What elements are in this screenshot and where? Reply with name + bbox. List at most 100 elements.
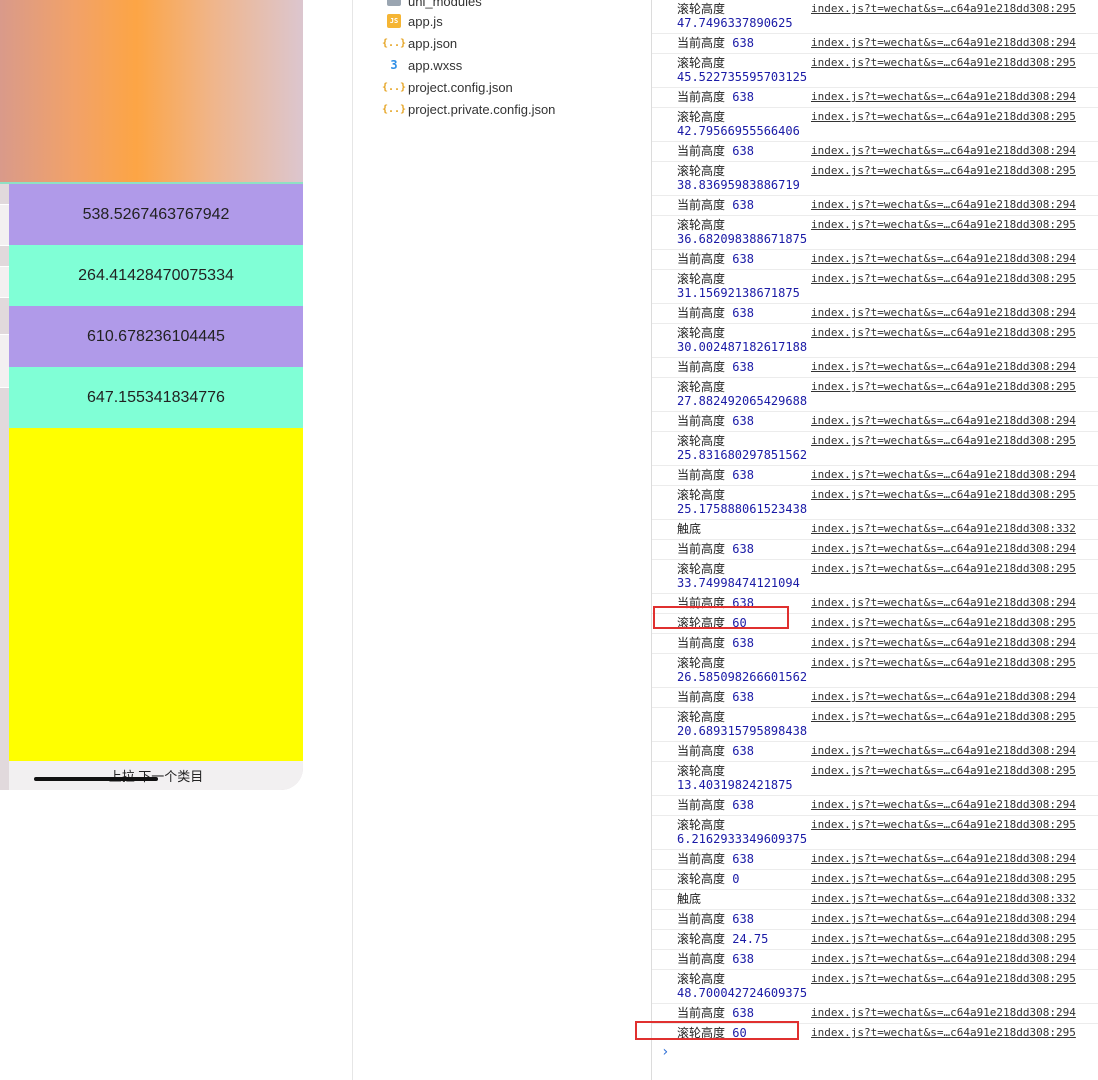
console-log-entry: 当前高度 638 index.js?t=wechat&s=…c64a91e218d… — [652, 33, 1098, 54]
log-value: 26.585098266601562 — [677, 670, 808, 684]
category-tab[interactable] — [0, 204, 9, 246]
log-value: 33.74998474121094 — [677, 576, 800, 590]
log-message: 当前高度 638 — [677, 1006, 807, 1020]
log-source-link[interactable]: index.js?t=wechat&s=…c64a91e218dd308:294 — [811, 952, 1076, 966]
log-value: 638 — [732, 852, 754, 866]
console-log-entry: 滚轮高度 25.831680297851562 index.js?t=wechat&… — [652, 431, 1098, 466]
mini-program-simulator: 538.5267463767942 264.41428470075334 610… — [0, 0, 303, 790]
log-label: 当前高度 — [677, 798, 726, 812]
console-panel: 滚轮高度 47.7496337890625 index.js?t=wechat&s=… — [635, 0, 1098, 1080]
console-log-entry: 滚轮高度 60 index.js?t=wechat&s=…c64a91e218dd… — [652, 606, 1098, 634]
log-source-link[interactable]: index.js?t=wechat&s=…c64a91e218dd308:295 — [811, 710, 1076, 724]
tree-file-project-config[interactable]: {..} project.config.json — [382, 76, 513, 98]
tree-item-label: project.private.config.json — [408, 101, 556, 117]
log-source-link[interactable]: index.js?t=wechat&s=…c64a91e218dd308:295 — [811, 616, 1076, 630]
console-log-entry: 滚轮高度 0 index.js?t=wechat&s=…c64a91e218dd3… — [652, 869, 1098, 890]
console-log-entry: 滚轮高度 38.83695983886719 index.js?t=wechat&s… — [652, 161, 1098, 196]
log-value: 638 — [732, 360, 754, 374]
log-message: 滚轮高度 6.2162933349609375 — [677, 818, 807, 846]
log-source-link[interactable]: index.js?t=wechat&s=…c64a91e218dd308:332 — [811, 892, 1076, 906]
log-message: 触底 — [677, 892, 807, 906]
console-log-entry: 滚轮高度 33.74998474121094 index.js?t=wechat&s… — [652, 559, 1098, 594]
log-message: 当前高度 638 — [677, 36, 807, 50]
log-message: 当前高度 638 — [677, 852, 807, 866]
log-source-link[interactable]: index.js?t=wechat&s=…c64a91e218dd308:295 — [811, 218, 1076, 232]
console-log-entry: 滚轮高度 45.522735595703125 index.js?t=wechat&… — [652, 53, 1098, 88]
tree-item-label: app.wxss — [408, 57, 463, 73]
console-log-entry: 当前高度 638 index.js?t=wechat&s=…c64a91e218d… — [652, 141, 1098, 162]
log-value: 6.2162933349609375 — [677, 832, 808, 846]
console-log-entry: 滚轮高度 20.689315795898438 index.js?t=wechat&… — [652, 707, 1098, 742]
log-source-link[interactable]: index.js?t=wechat&s=…c64a91e218dd308:295 — [811, 2, 1076, 16]
log-source-link[interactable]: index.js?t=wechat&s=…c64a91e218dd308:295 — [811, 488, 1076, 502]
pull-up-hint[interactable]: 上拉 下一个类目 — [9, 761, 303, 790]
log-source-link[interactable]: index.js?t=wechat&s=…c64a91e218dd308:294 — [811, 198, 1076, 212]
log-source-link[interactable]: index.js?t=wechat&s=…c64a91e218dd308:295 — [811, 562, 1076, 576]
log-source-link[interactable]: index.js?t=wechat&s=…c64a91e218dd308:295 — [811, 656, 1076, 670]
log-value: 638 — [732, 690, 754, 704]
log-value: 38.83695983886719 — [677, 178, 800, 192]
log-message: 当前高度 638 — [677, 360, 807, 374]
log-label: 滚轮高度 — [677, 326, 726, 340]
log-label: 触底 — [677, 892, 702, 906]
log-source-link[interactable]: index.js?t=wechat&s=…c64a91e218dd308:294 — [811, 636, 1076, 650]
log-source-link[interactable]: index.js?t=wechat&s=…c64a91e218dd308:294 — [811, 744, 1076, 758]
log-value: 638 — [732, 952, 754, 966]
tree-file-app-json[interactable]: {..} app.json — [382, 32, 458, 54]
log-source-link[interactable]: index.js?t=wechat&s=…c64a91e218dd308:294 — [811, 690, 1076, 704]
scroll-item: 538.5267463767942 — [9, 184, 303, 245]
log-source-link[interactable]: index.js?t=wechat&s=…c64a91e218dd308:294 — [811, 414, 1076, 428]
log-source-link[interactable]: index.js?t=wechat&s=…c64a91e218dd308:294 — [811, 90, 1076, 104]
console-prompt[interactable]: › — [661, 1044, 669, 1060]
log-source-link[interactable]: index.js?t=wechat&s=…c64a91e218dd308:295 — [811, 56, 1076, 70]
tree-file-app-wxss[interactable]: З app.wxss — [387, 54, 462, 76]
log-source-link[interactable]: index.js?t=wechat&s=…c64a91e218dd308:294 — [811, 852, 1076, 866]
log-source-link[interactable]: index.js?t=wechat&s=…c64a91e218dd308:294 — [811, 912, 1076, 926]
log-label: 滚轮高度 — [677, 972, 726, 986]
log-label: 滚轮高度 — [677, 272, 726, 286]
log-source-link[interactable]: index.js?t=wechat&s=…c64a91e218dd308:294 — [811, 596, 1076, 610]
scroll-item: 610.678236104445 — [9, 306, 303, 367]
console-log-entry: 当前高度 638 index.js?t=wechat&s=…c64a91e218d… — [652, 411, 1098, 432]
log-source-link[interactable]: index.js?t=wechat&s=…c64a91e218dd308:294 — [811, 1006, 1076, 1020]
log-source-link[interactable]: index.js?t=wechat&s=…c64a91e218dd308:295 — [811, 932, 1076, 946]
log-source-link[interactable]: index.js?t=wechat&s=…c64a91e218dd308:295 — [811, 110, 1076, 124]
console-log-entry: 当前高度 638 index.js?t=wechat&s=…c64a91e218d… — [652, 303, 1098, 324]
log-message: 滚轮高度 24.75 — [677, 932, 807, 946]
log-source-link[interactable]: index.js?t=wechat&s=…c64a91e218dd308:294 — [811, 542, 1076, 556]
log-source-link[interactable]: index.js?t=wechat&s=…c64a91e218dd308:294 — [811, 798, 1076, 812]
console-log-entry: 触底 index.js?t=wechat&s=…c64a91e218dd308:3… — [652, 519, 1098, 540]
log-source-link[interactable]: index.js?t=wechat&s=…c64a91e218dd308:294 — [811, 306, 1076, 320]
tree-item-label: app.json — [408, 35, 458, 51]
log-value: 638 — [732, 36, 754, 50]
category-tab[interactable] — [0, 334, 9, 388]
tree-file-app-js[interactable]: JS app.js — [387, 10, 443, 32]
log-source-link[interactable]: index.js?t=wechat&s=…c64a91e218dd308:295 — [811, 972, 1076, 986]
log-value: 638 — [732, 90, 754, 104]
log-source-link[interactable]: index.js?t=wechat&s=…c64a91e218dd308:295 — [811, 326, 1076, 340]
log-value: 638 — [732, 144, 754, 158]
log-source-link[interactable]: index.js?t=wechat&s=…c64a91e218dd308:295 — [811, 872, 1076, 886]
console-log-entry: 滚轮高度 13.4031982421875 index.js?t=wechat&s=… — [652, 761, 1098, 796]
log-source-link[interactable]: index.js?t=wechat&s=…c64a91e218dd308:295 — [811, 164, 1076, 178]
log-source-link[interactable]: index.js?t=wechat&s=…c64a91e218dd308:294 — [811, 360, 1076, 374]
log-source-link[interactable]: index.js?t=wechat&s=…c64a91e218dd308:332 — [811, 522, 1076, 536]
log-source-link[interactable]: index.js?t=wechat&s=…c64a91e218dd308:294 — [811, 468, 1076, 482]
log-message: 当前高度 638 — [677, 198, 807, 212]
log-message: 滚轮高度 36.682098388671875 — [677, 218, 807, 246]
log-source-link[interactable]: index.js?t=wechat&s=…c64a91e218dd308:295 — [811, 1026, 1076, 1040]
log-source-link[interactable]: index.js?t=wechat&s=…c64a91e218dd308:295 — [811, 380, 1076, 394]
log-source-link[interactable]: index.js?t=wechat&s=…c64a91e218dd308:295 — [811, 272, 1076, 286]
tree-file-project-private-config[interactable]: {..} project.private.config.json — [382, 98, 556, 120]
category-tab[interactable] — [0, 266, 9, 298]
log-label: 当前高度 — [677, 1006, 726, 1020]
log-source-link[interactable]: index.js?t=wechat&s=…c64a91e218dd308:294 — [811, 144, 1076, 158]
log-source-link[interactable]: index.js?t=wechat&s=…c64a91e218dd308:295 — [811, 434, 1076, 448]
log-source-link[interactable]: index.js?t=wechat&s=…c64a91e218dd308:295 — [811, 818, 1076, 832]
log-source-link[interactable]: index.js?t=wechat&s=…c64a91e218dd308:295 — [811, 764, 1076, 778]
log-source-link[interactable]: index.js?t=wechat&s=…c64a91e218dd308:294 — [811, 252, 1076, 266]
log-value: 42.79566955566406 — [677, 124, 800, 138]
log-source-link[interactable]: index.js?t=wechat&s=…c64a91e218dd308:294 — [811, 36, 1076, 50]
console-log-entry: 当前高度 638 index.js?t=wechat&s=…c64a91e218d… — [652, 949, 1098, 970]
log-message: 当前高度 638 — [677, 744, 807, 758]
